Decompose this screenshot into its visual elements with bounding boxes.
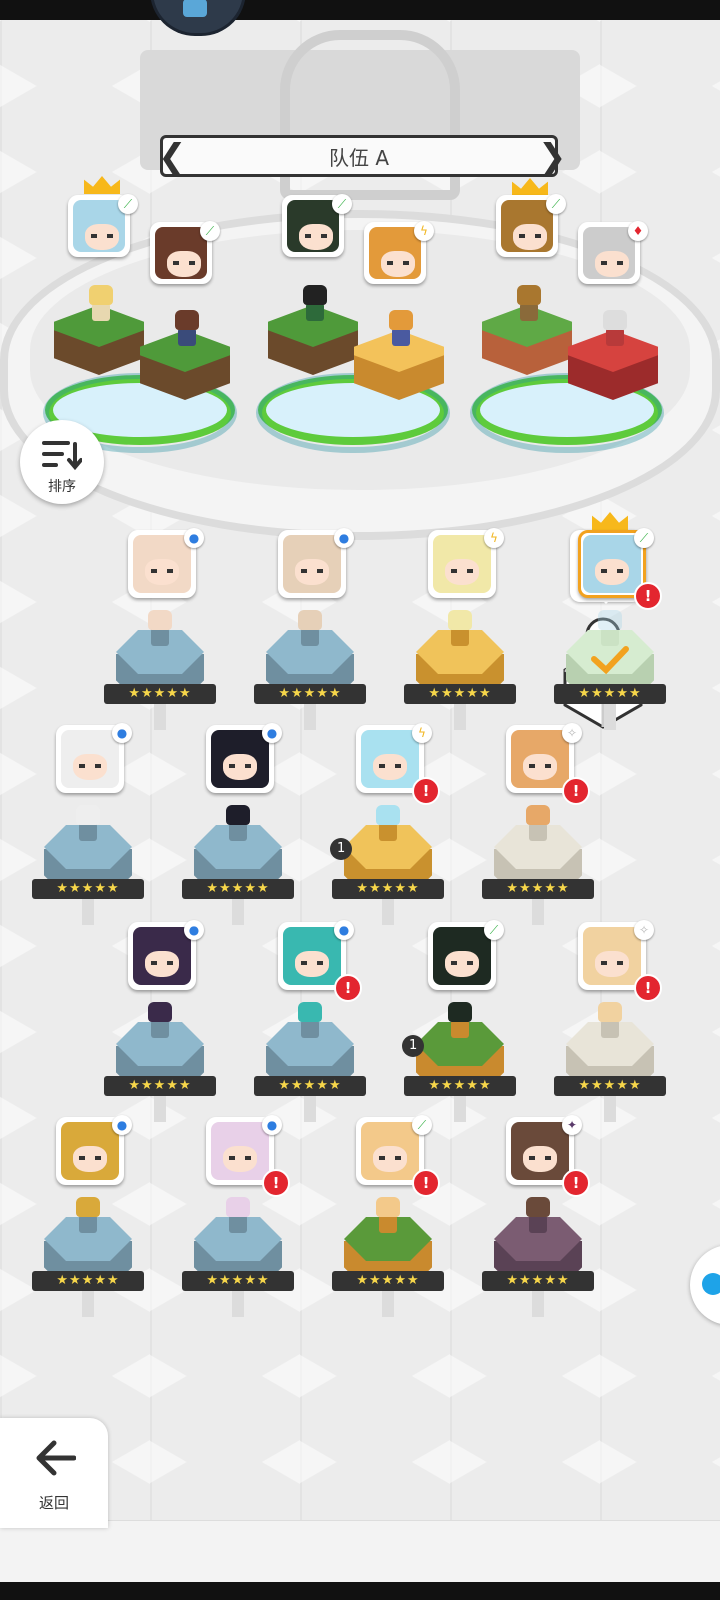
team-prev-arrow[interactable]: ❮ [158, 140, 187, 174]
element-green-icon: ⟋ [118, 194, 138, 214]
character-sprite [593, 1002, 627, 1042]
character-sprite [221, 1197, 255, 1237]
element-light-green-icon: ⟋ [484, 920, 504, 940]
character-sprite [371, 805, 405, 845]
team-title: 队伍 A [328, 145, 390, 170]
character-sprite [384, 310, 418, 350]
element-lightning-icon: ϟ [484, 528, 504, 548]
team-next-arrow[interactable]: ❯ [538, 140, 567, 174]
element-cards-icon: ♦ [628, 221, 648, 241]
alert-badge: ! [634, 582, 662, 610]
alert-badge: ! [634, 974, 662, 1002]
star-rating: ★★★★★ [482, 879, 594, 899]
element-sparkle-icon: ✧ [562, 723, 582, 743]
element-blue-icon: ● [184, 920, 204, 940]
element-lightning-icon: ϟ [412, 723, 432, 743]
side-tab-button[interactable] [690, 1245, 720, 1325]
alert-badge: ! [262, 1169, 290, 1197]
sort-icon [42, 441, 82, 471]
star-rating: ★★★★★ [404, 684, 516, 704]
element-blue-icon: ● [262, 1115, 282, 1135]
element-green-icon: ⟋ [546, 194, 566, 214]
character-sprite [293, 610, 327, 650]
star-rating: ★★★★★ [332, 879, 444, 899]
element-blue-icon: ● [334, 920, 354, 940]
character-sprite [443, 610, 477, 650]
sort-label: 排序 [48, 479, 76, 495]
star-rating: ★★★★★ [32, 879, 144, 899]
element-green-icon: ⟋ [200, 221, 220, 241]
alert-badge: ! [562, 777, 590, 805]
character-sprite [521, 1197, 555, 1237]
element-light-green-icon: ⟋ [412, 1115, 432, 1135]
star-rating: ★★★★★ [404, 1076, 516, 1096]
character-sprite [84, 285, 118, 325]
character-sprite [221, 805, 255, 845]
star-rating: ★★★★★ [482, 1271, 594, 1291]
element-blue-icon: ● [112, 1115, 132, 1135]
character-sprite [293, 1002, 327, 1042]
status-bar [0, 0, 720, 20]
character-sprite [143, 1002, 177, 1042]
character-sprite [443, 1002, 477, 1042]
navigation-bar [0, 1582, 720, 1600]
star-rating: ★★★★★ [182, 1271, 294, 1291]
character-sprite [512, 285, 546, 325]
character-sprite [71, 805, 105, 845]
star-rating: ★★★★★ [554, 684, 666, 704]
character-sprite [143, 610, 177, 650]
star-rating: ★★★★★ [32, 1271, 144, 1291]
alert-badge: ! [412, 777, 440, 805]
star-rating: ★★★★★ [182, 879, 294, 899]
star-rating: ★★★★★ [254, 1076, 366, 1096]
element-lightning-icon: ϟ [414, 221, 434, 241]
character-sprite [298, 285, 332, 325]
sort-button[interactable]: 排序 [20, 420, 104, 504]
team-name-banner: 队伍 A [160, 135, 558, 177]
character-sprite [598, 310, 632, 350]
element-sparkle-icon: ✧ [634, 920, 654, 940]
character-sprite [71, 1197, 105, 1237]
element-blue-icon: ● [262, 723, 282, 743]
checkmark-icon [591, 646, 629, 675]
element-green-icon: ⟋ [332, 194, 352, 214]
star-rating: ★★★★★ [254, 684, 366, 704]
element-dark-icon: ✦ [562, 1115, 582, 1135]
star-rating: ★★★★★ [104, 1076, 216, 1096]
alert-badge: ! [562, 1169, 590, 1197]
star-rating: ★★★★★ [332, 1271, 444, 1291]
back-button[interactable]: 返回 [0, 1418, 108, 1528]
alert-badge: ! [334, 974, 362, 1002]
alert-badge: ! [412, 1169, 440, 1197]
arrow-left-icon [36, 1440, 76, 1476]
back-label: 返回 [38, 1494, 69, 1512]
element-blue-icon: ● [112, 723, 132, 743]
character-sprite [593, 610, 627, 650]
game-screen: 队伍 A ❮ ❯ ⟋ ⟋ ⟋ ϟ ⟋ ♦ 排序 其他 133 ★★★★★●★ [0, 0, 720, 1600]
bottom-strip [0, 1520, 720, 1583]
character-sprite [170, 310, 204, 350]
star-rating: ★★★★★ [554, 1076, 666, 1096]
character-sprite [371, 1197, 405, 1237]
element-light-green-icon: ⟋ [634, 528, 654, 548]
element-blue-icon: ● [184, 528, 204, 548]
element-blue-icon: ● [334, 528, 354, 548]
star-rating: ★★★★★ [104, 684, 216, 704]
character-sprite [521, 805, 555, 845]
